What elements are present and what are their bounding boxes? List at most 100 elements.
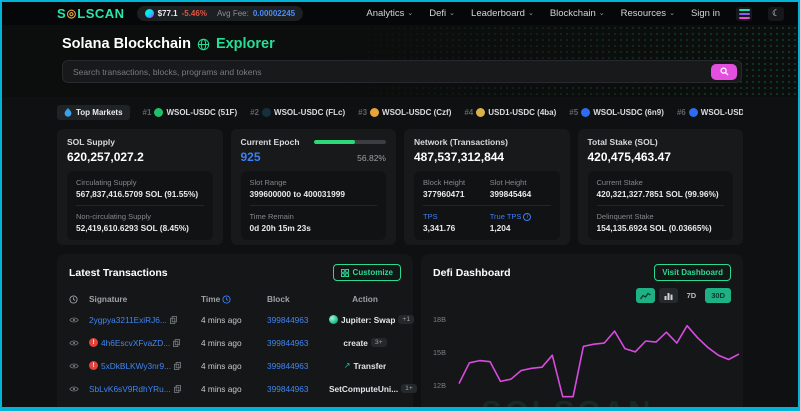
error-icon: ! — [89, 338, 98, 347]
tx-signature-link[interactable]: 5xDkBLKWy3nr9... — [101, 361, 171, 371]
epoch-number[interactable]: 925 — [241, 150, 261, 164]
range-30d-button[interactable]: 30D — [705, 288, 731, 303]
sol-price-pill[interactable]: $77.1 -5.46% Avg Fee: 0.00002245 — [136, 6, 304, 21]
solscan-watermark: SOLSCAN — [481, 394, 654, 407]
chevron-down-icon: ⌄ — [527, 9, 534, 17]
range-7d-button[interactable]: 7D — [682, 288, 702, 303]
token-icon — [370, 107, 380, 117]
search-button[interactable] — [711, 63, 737, 80]
theme-toggle-moon-icon[interactable]: ☾ — [768, 6, 784, 21]
tx-block-link[interactable]: 399844963 — [267, 315, 309, 325]
tx-block-link[interactable]: 399844963 — [267, 338, 309, 348]
tx-signature-link[interactable]: 2ygpya3211ExiRJ6... — [89, 315, 167, 325]
market-item-2[interactable]: #2 WSOL-USDC (FLc) — [250, 107, 345, 117]
tx-time: 4 mins ago — [201, 360, 242, 371]
defi-title: Defi Dashboard — [433, 266, 511, 279]
search-input[interactable] — [73, 66, 711, 77]
card-title: SOL Supply — [67, 137, 116, 147]
search-bar — [62, 60, 742, 83]
tx-signature-link[interactable]: SbLvK6sV9RdhYRu... — [89, 384, 171, 394]
market-item-4[interactable]: #4 USD1-USDC (4ba) — [464, 107, 556, 117]
nav-defi[interactable]: Defi ⌄ — [429, 8, 455, 19]
visit-dashboard-button[interactable]: Visit Dashboard — [654, 264, 731, 281]
slot-height-label: Slot Height — [489, 178, 527, 187]
tx-block-link[interactable]: 399844963 — [267, 407, 309, 408]
circulating-supply-label: Circulating Supply — [76, 178, 137, 187]
epoch-progress-bar — [314, 140, 386, 144]
total-transactions-value: 487,537,312,844 — [414, 150, 505, 164]
line-chart-toggle[interactable] — [635, 288, 655, 303]
hero-section: Solana Blockchain Explorer — [2, 25, 798, 97]
grid-icon — [340, 268, 349, 277]
solscan-logo[interactable]: S ◎ LSCAN — [57, 6, 125, 21]
market-item-1[interactable]: #1 WSOL-USDC (51F) — [143, 107, 237, 117]
market-item-3[interactable]: #3 WSOL-USDC (Czf) — [358, 107, 451, 117]
true-tps-value: 1,204 — [489, 223, 511, 234]
table-row: SbLvK6sV9RdhYRu... 4 mins ago 399844963 … — [69, 377, 417, 400]
customize-button[interactable]: Customize — [332, 264, 401, 281]
total-stake-value: 420,475,463.47 — [587, 150, 671, 164]
tx-block-link[interactable]: 399844963 — [267, 384, 309, 394]
tx-time: 4 mins ago — [201, 337, 242, 348]
tx-signature-link[interactable]: 4h6EscvXFvaZD... — [101, 338, 170, 348]
page-subtitle: Explorer — [215, 36, 275, 52]
chart-controls: 7D 30D — [433, 288, 731, 303]
sign-in-button[interactable]: Sign in — [691, 8, 720, 19]
copy-icon[interactable] — [171, 408, 178, 411]
copy-icon[interactable] — [169, 315, 177, 324]
delinquent-stake-value: 154,135.6924 SOL (0.03665%) — [596, 223, 712, 233]
table-row: 2ygpya3211ExiRJ6... 4 mins ago 399844963… — [69, 308, 415, 331]
flame-icon — [64, 107, 72, 117]
nav-blockchain[interactable]: Blockchain ⌄ — [550, 8, 605, 19]
top-markets-badge[interactable]: Top Markets — [57, 104, 130, 120]
sol-price-change: -5.46% — [181, 9, 207, 18]
card-title: Current Epoch — [240, 137, 300, 147]
tx-action: Transfer — [353, 407, 386, 408]
transactions-table: Signature Time Block Action 2ygpya3211Ex… — [69, 290, 417, 411]
bar-chart-toggle[interactable] — [658, 288, 678, 303]
y-tick-label: 18B — [433, 315, 446, 325]
time-info-icon[interactable] — [222, 294, 231, 304]
network-switcher-icon[interactable] — [736, 6, 752, 21]
network-details: Block Height 377960471 Slot Height 39984… — [414, 171, 560, 241]
action-count-badge: 1+ — [401, 384, 417, 393]
tx-signature-link[interactable]: 3x4zJALeKHMmDjt... — [89, 407, 168, 408]
nav-analytics[interactable]: Analytics ⌄ — [366, 8, 413, 19]
solscan-homepage: S ◎ LSCAN $77.1 -5.46% Avg Fee: 0.00002245… — [0, 0, 800, 411]
nav-leaderboard[interactable]: Leaderboard ⌄ — [471, 8, 534, 19]
jupiter-icon — [329, 315, 338, 324]
time-remain-label: Time Remain — [249, 212, 294, 221]
nav-resources[interactable]: Resources ⌄ — [621, 8, 675, 19]
page-title: Solana Blockchain — [62, 36, 191, 52]
copy-icon[interactable] — [173, 338, 181, 347]
market-item-5[interactable]: #5 WSOL-USDC (6n9) — [569, 107, 664, 117]
true-tps-label: True TPS i — [490, 212, 551, 222]
card-title: Total Stake (SOL) — [587, 137, 658, 147]
action-count-badge: 3+ — [370, 338, 387, 347]
col-block: Block — [267, 294, 290, 304]
info-icon[interactable]: i — [523, 213, 532, 222]
copy-icon[interactable] — [173, 384, 181, 393]
table-row: ! 5xDkBLKWy3nr9... 4 mins ago 399844963 ↗… — [69, 354, 401, 377]
eye-icon[interactable] — [69, 339, 79, 347]
block-height-label: Block Height — [423, 178, 466, 187]
eye-icon[interactable] — [69, 385, 79, 393]
card-title: Network (Transactions) — [414, 137, 508, 147]
table-row: 3x4zJALeKHMmDjt... 4 mins ago 399844963 … — [69, 400, 401, 411]
token-icon — [476, 107, 486, 117]
eye-icon[interactable] — [69, 362, 79, 370]
defi-volume-chart[interactable]: 18B15B12B9B SOLSCAN — [433, 306, 740, 407]
nav-menu: Analytics ⌄ Defi ⌄ Leaderboard ⌄ Blockchain… — [366, 6, 784, 21]
stats-cards-row: SOL Supply 620,257,027.2 Circulating Sup… — [57, 129, 743, 245]
eye-icon[interactable] — [69, 408, 79, 411]
tx-action: Jupiter: Swap — [341, 314, 396, 325]
epoch-details: Slot Range 399600000 to 400031999 Time R… — [240, 171, 386, 240]
logo-text: S — [57, 6, 67, 21]
avg-fee-value: 0.00002245 — [252, 9, 296, 18]
solana-token-icon — [144, 9, 154, 18]
tps-value: 3,341.76 — [423, 223, 456, 233]
eye-icon[interactable] — [69, 316, 79, 324]
market-item-6[interactable]: #6WSOL-USDC (D83) — [677, 107, 743, 117]
tx-block-link[interactable]: 399844963 — [267, 361, 309, 371]
copy-icon[interactable] — [174, 361, 182, 370]
